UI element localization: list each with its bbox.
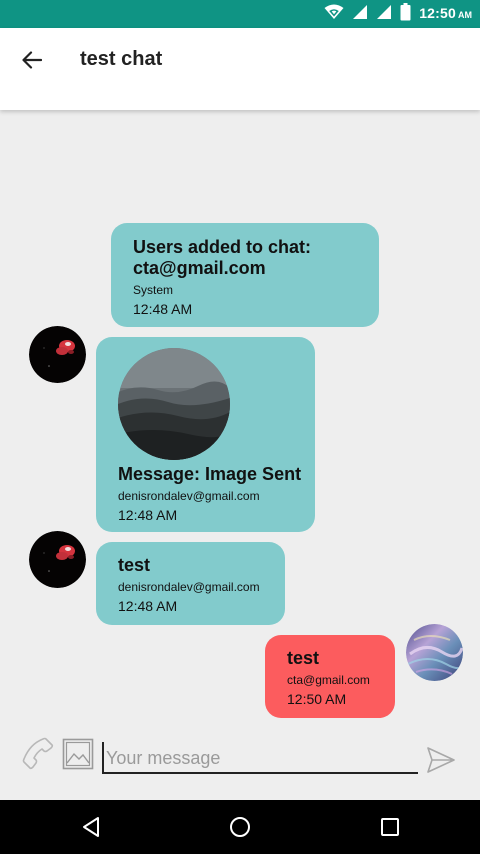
home-circle-icon	[230, 817, 250, 837]
nav-bar	[0, 800, 480, 854]
avatar[interactable]	[406, 624, 463, 681]
message-composer	[0, 728, 480, 800]
message-bubble-system[interactable]: Users added to chat: cta@gmail.com Syste…	[111, 223, 379, 327]
message-bubble-sent[interactable]: test cta@gmail.com 12:50 AM	[265, 635, 395, 718]
message-input[interactable]	[102, 742, 418, 774]
message-text: Users added to chat: cta@gmail.com	[133, 237, 312, 278]
recents-square-icon	[381, 818, 399, 836]
message-bubble-received[interactable]: test denisrondalev@gmail.com 12:48 AM	[96, 542, 285, 625]
clock: 12:50 AM	[419, 5, 472, 23]
message-sender: cta@gmail.com	[287, 673, 370, 687]
message-text: test	[118, 555, 151, 575]
send-icon	[427, 747, 455, 773]
attach-image-button[interactable]	[62, 738, 94, 770]
message-image[interactable]	[118, 348, 230, 460]
arrow-left-icon	[22, 51, 42, 69]
message-time: 12:48 AM	[118, 598, 178, 614]
nav-home-button[interactable]	[225, 812, 255, 842]
message-sender: denisrondalev@gmail.com	[118, 489, 260, 503]
call-button[interactable]	[20, 736, 56, 772]
message-text: Message: Image Sent	[118, 464, 302, 484]
wifi-icon	[324, 4, 344, 25]
signal-icon	[376, 4, 392, 25]
status-bar: 12:50 AM	[0, 0, 480, 28]
avatar[interactable]	[29, 531, 86, 588]
message-time: 12:48 AM	[118, 507, 178, 523]
avatar[interactable]	[29, 326, 86, 383]
signal-icon	[352, 4, 368, 25]
status-icons: 12:50 AM	[324, 0, 472, 28]
send-button[interactable]	[426, 746, 458, 778]
back-triangle-icon	[83, 817, 99, 837]
phone-icon	[22, 737, 54, 770]
nav-recents-button[interactable]	[375, 812, 405, 842]
battery-icon	[400, 2, 411, 26]
status-time: 12:50	[419, 5, 456, 21]
status-ampm: AM	[458, 10, 472, 20]
message-time: 12:50 AM	[287, 691, 347, 707]
landscape-photo-icon	[118, 348, 230, 460]
image-icon	[62, 738, 94, 770]
message-time: 12:48 AM	[133, 301, 193, 317]
back-button[interactable]	[14, 44, 50, 76]
app-bar: test chat	[0, 28, 480, 110]
message-body: Message: Image Sent denisrondalev@gmail.…	[118, 464, 308, 523]
page-title: test chat	[80, 48, 163, 70]
message-sender: denisrondalev@gmail.com	[118, 580, 260, 594]
nav-back-button[interactable]	[76, 812, 106, 842]
message-sender: System	[133, 283, 174, 297]
message-text: test	[287, 648, 320, 668]
message-bubble-image[interactable]: Message: Image Sent denisrondalev@gmail.…	[96, 337, 315, 532]
